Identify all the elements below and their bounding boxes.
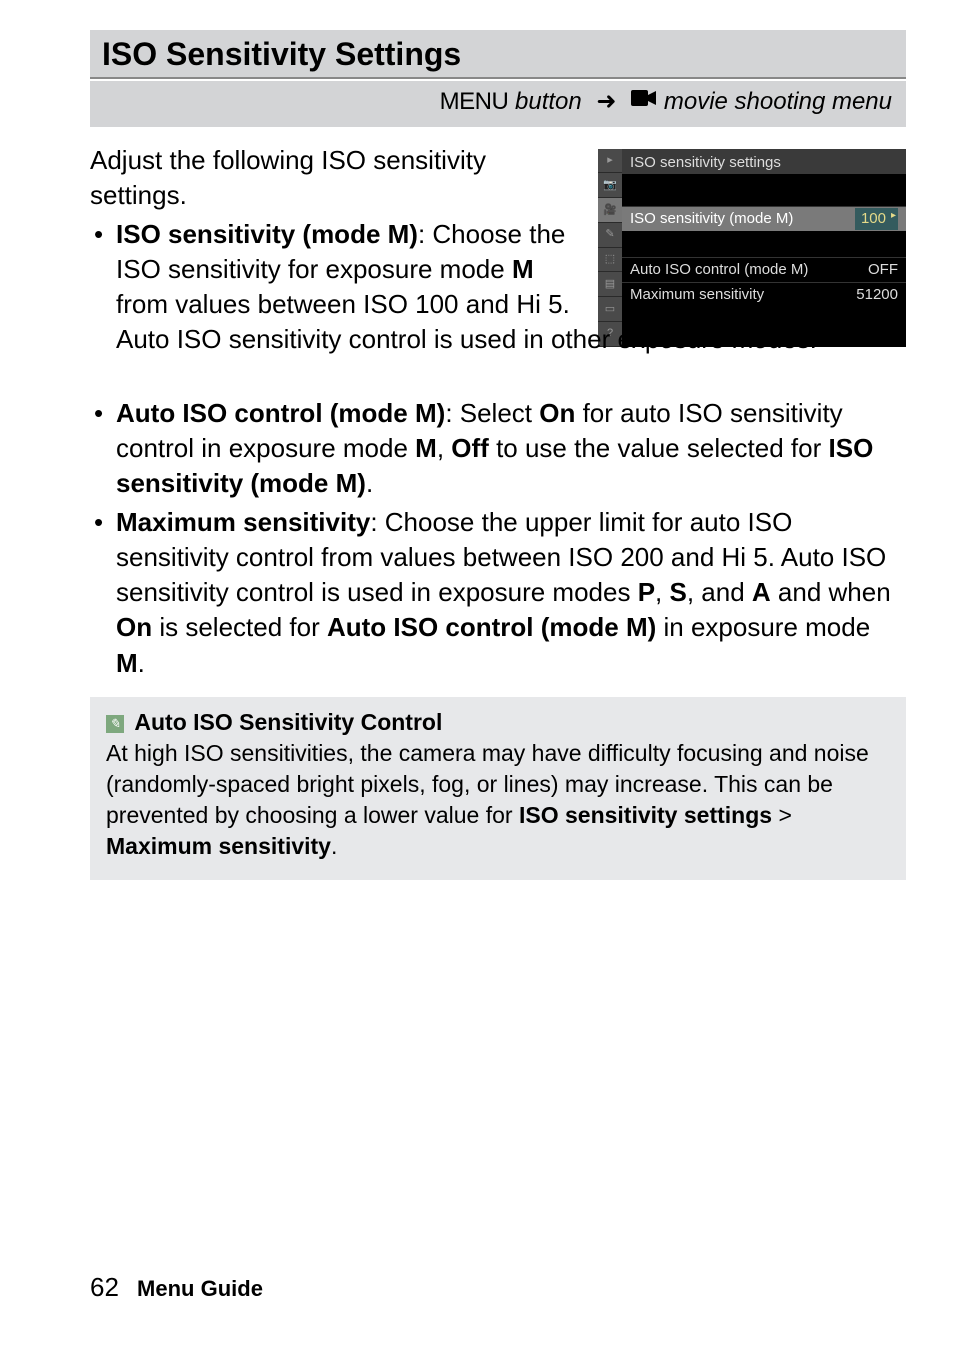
panel-row-auto-iso: Auto ISO control (mode M) OFF (622, 257, 906, 282)
note-body: At high ISO sensitivities, the camera ma… (106, 738, 890, 862)
intro-wrapper: Adjust the following ISO sensitivity set… (90, 143, 906, 681)
row-label: ISO sensitivity (mode M) (630, 209, 793, 229)
bullet-iso-sensitivity: ISO sensitivity (mode M): Choose the ISO… (90, 217, 570, 392)
period: . (138, 648, 145, 678)
menu-sidebar: ▸ 📷 🎥 ✎ ⬚ ▤ ▭ ? (598, 149, 622, 347)
panel-gap (622, 174, 906, 206)
row-value: OFF (868, 260, 898, 280)
off-label: Off (451, 433, 489, 463)
page-number: 62 (90, 1272, 119, 1302)
camera-menu-screenshot: ▸ 📷 🎥 ✎ ⬚ ▤ ▭ ? ISO sensitivity settings… (598, 149, 906, 347)
note-bold: Maximum sensitivity (106, 833, 331, 859)
panel-row-max-sensitivity: Maximum sensitivity 51200 (622, 282, 906, 307)
row-value: 51200 (856, 285, 898, 305)
button-text: button (515, 88, 582, 115)
sidebar-movie-icon: 🎥 (598, 198, 622, 223)
mode-m: M (512, 254, 534, 284)
bullet-text: in exposure mode (656, 612, 870, 642)
on-label: On (539, 398, 575, 428)
section-title: ISO Sensitivity Settings (102, 36, 894, 73)
bullet-term: Auto ISO control (mode M) (116, 398, 445, 428)
mode-p: P (638, 577, 655, 607)
panel-header: ISO sensitivity settings (622, 149, 906, 174)
panel-gap (622, 231, 906, 257)
note-heading: ✎ Auto ISO Sensitivity Control (106, 707, 890, 738)
row-label: Auto ISO control (mode M) (630, 260, 808, 280)
note-bold: ISO sensitivity settings (519, 802, 772, 828)
bullet-text: : Select (445, 398, 539, 428)
comma: , (437, 433, 451, 463)
note-gt: > (772, 802, 792, 828)
breadcrumb: MENU button ➜ movie shooting menu (90, 81, 906, 127)
comma: , (655, 577, 669, 607)
bullet-auto-iso: Auto ISO control (mode M): Select On for… (90, 396, 906, 501)
mode-a: A (752, 577, 771, 607)
menu-button-label: MENU (440, 88, 509, 115)
bullet-text: and when (771, 577, 891, 607)
arrow-right-icon: ➜ (596, 87, 616, 116)
note-title: Auto ISO Sensitivity Control (134, 709, 442, 735)
mode-s: S (670, 577, 687, 607)
sidebar-setup-icon: ▤ (598, 272, 622, 297)
section-title-box: ISO Sensitivity Settings (90, 30, 906, 79)
bullet-term: ISO sensitivity (mode M) (116, 219, 418, 249)
bullet-continuation: Auto ISO sensitivity control is used in … (116, 322, 896, 357)
content-area: Adjust the following ISO sensitivity set… (90, 143, 906, 880)
mode-m: M (116, 648, 138, 678)
auto-iso-label: Auto ISO control (mode M) (327, 612, 656, 642)
bullet-text: is selected for (152, 612, 327, 642)
note-box: ✎ Auto ISO Sensitivity Control At high I… (90, 697, 906, 880)
sidebar-retouch-icon: ⬚ (598, 248, 622, 273)
bullet-text: from values between ISO 100 and Hi 5. (116, 289, 570, 319)
panel-row-iso-sensitivity: ISO sensitivity (mode M) 100 (622, 206, 906, 231)
sidebar-photo-icon: 📷 (598, 173, 622, 198)
on-label: On (116, 612, 152, 642)
movie-camera-icon (631, 87, 657, 115)
bullet-term: Maximum sensitivity (116, 507, 370, 537)
comma: , and (687, 577, 752, 607)
row-value: 100 (855, 208, 898, 230)
row-label: Maximum sensitivity (630, 285, 764, 305)
sidebar-recent-icon: ▭ (598, 297, 622, 322)
footer-label: Menu Guide (137, 1276, 263, 1301)
mode-m: M (415, 433, 437, 463)
bullet-text: to use the value selected for (489, 433, 829, 463)
period: . (331, 833, 337, 859)
note-icon: ✎ (106, 715, 124, 733)
page-footer: 62 Menu Guide (90, 1272, 263, 1303)
bullet-max-sensitivity: Maximum sensitivity: Choose the upper li… (90, 505, 906, 680)
intro-paragraph: Adjust the following ISO sensitivity set… (90, 143, 570, 213)
sidebar-playback-icon: ▸ (598, 149, 622, 174)
movie-menu-text: movie shooting menu (664, 88, 892, 115)
menu-main-panel: ISO sensitivity settings ISO sensitivity… (622, 149, 906, 347)
period: . (366, 468, 373, 498)
sidebar-pencil-icon: ✎ (598, 223, 622, 248)
